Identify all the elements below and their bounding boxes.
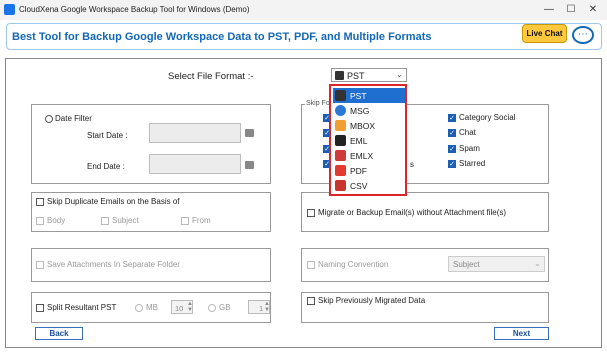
eml-icon <box>335 135 346 146</box>
naming-convention-checkbox[interactable] <box>307 261 315 269</box>
mb-radio[interactable] <box>135 304 143 312</box>
skip-folder-label: Category Social <box>459 113 516 122</box>
date-filter-label: Date Filter <box>55 114 92 123</box>
chat-bubble-icon[interactable]: ⋯ <box>572 26 594 44</box>
live-chat-button[interactable]: Live Chat <box>522 24 567 43</box>
mb-label: MB <box>146 303 158 312</box>
pst-icon <box>335 71 344 80</box>
body-label: Body <box>47 216 66 225</box>
chevron-down-icon: ⌄ <box>534 259 541 268</box>
subject-label: Subject <box>112 216 139 225</box>
start-date-label: Start Date : <box>87 131 128 140</box>
skip-duplicates-label: Skip Duplicate Emails on the Basis of <box>47 197 180 206</box>
format-option-label: EMLX <box>350 151 374 161</box>
maximize-icon[interactable]: ☐ <box>562 2 580 18</box>
checkbox-category-social[interactable]: ✓ <box>448 114 456 122</box>
from-checkbox[interactable] <box>181 217 189 225</box>
format-select[interactable]: PST ⌄ <box>331 68 407 82</box>
save-attachments-checkbox[interactable] <box>36 261 44 269</box>
skip-previous-label: Skip Previously Migrated Data <box>318 296 426 305</box>
csv-icon <box>335 180 346 191</box>
from-label: From <box>192 216 211 225</box>
format-option-pdf[interactable]: PDF <box>333 163 405 178</box>
back-button[interactable]: Back <box>35 327 83 340</box>
stepper-arrows-icon: ▲ ▼ <box>187 301 193 313</box>
format-option-label: MBOX <box>350 121 376 131</box>
msg-icon <box>335 105 346 116</box>
end-date-label: End Date : <box>87 162 125 171</box>
emlx-icon <box>335 150 346 161</box>
end-date-input[interactable] <box>149 154 241 174</box>
format-option-emlx[interactable]: EMLX <box>333 148 405 163</box>
format-option-msg[interactable]: MSG <box>333 103 405 118</box>
without-attachments-checkbox[interactable] <box>307 209 315 217</box>
format-option-pst[interactable]: PST <box>333 88 405 103</box>
stepper-arrows-icon: ▲ ▼ <box>264 301 270 313</box>
format-option-eml[interactable]: EML <box>333 133 405 148</box>
calendar-icon[interactable] <box>245 129 254 137</box>
format-option-mbox[interactable]: MBOX <box>333 118 405 133</box>
start-date-input[interactable] <box>149 123 241 143</box>
format-dropdown: PST MSG MBOX EML EMLX PDF CSV <box>329 84 407 196</box>
banner-text: Best Tool for Backup Google Workspace Da… <box>12 31 432 43</box>
mbox-icon <box>335 120 346 131</box>
date-filter-radio[interactable] <box>45 115 53 123</box>
format-option-label: MSG <box>350 106 370 116</box>
skip-folders-legend: Skip Fo <box>305 100 331 107</box>
gb-label: GB <box>219 303 231 312</box>
window-title: CloudXena Google Workspace Backup Tool f… <box>19 5 250 14</box>
checkbox-chat[interactable]: ✓ <box>448 129 456 137</box>
naming-convention-select[interactable]: Subject ⌄ <box>448 256 545 272</box>
naming-convention-label: Naming Convention <box>318 260 389 269</box>
skip-duplicates-checkbox[interactable] <box>36 198 44 206</box>
gb-radio[interactable] <box>208 304 216 312</box>
subject-checkbox[interactable] <box>101 217 109 225</box>
pdf-icon <box>335 165 346 176</box>
format-option-label: PDF <box>350 166 367 176</box>
skip-previous-checkbox[interactable] <box>307 297 315 305</box>
mb-value: 10 <box>175 304 184 313</box>
format-select-value: PST <box>347 71 365 81</box>
split-label: Split Resultant PST <box>47 303 117 312</box>
format-option-label: PST <box>350 91 367 101</box>
checkbox-starred[interactable]: ✓ <box>448 160 456 168</box>
skip-folder-label: Starred <box>459 159 486 168</box>
calendar-icon[interactable] <box>245 161 254 169</box>
body-checkbox[interactable] <box>36 217 44 225</box>
format-option-label: CSV <box>350 181 368 191</box>
format-option-csv[interactable]: CSV <box>333 178 405 193</box>
format-label: Select File Format :- <box>168 71 254 82</box>
close-icon[interactable]: ✕ <box>584 2 602 18</box>
gb-value: 1 <box>259 304 264 313</box>
without-attachments-label: Migrate or Backup Email(s) without Attac… <box>318 208 507 217</box>
app-icon <box>4 4 15 15</box>
gb-stepper[interactable]: 1 ▲ ▼ <box>248 300 270 314</box>
pst-icon <box>335 90 346 101</box>
mb-stepper[interactable]: 10 ▲ ▼ <box>171 300 193 314</box>
save-attachments-label: Save Attachments In Separate Folder <box>47 260 180 269</box>
naming-convention-value: Subject <box>453 260 480 269</box>
skip-folder-partial-label: s <box>410 160 414 169</box>
next-button[interactable]: Next <box>494 327 549 340</box>
format-option-label: EML <box>350 136 368 146</box>
split-checkbox[interactable] <box>36 304 44 312</box>
minimize-icon[interactable]: — <box>540 2 558 18</box>
checkbox-spam[interactable]: ✓ <box>448 145 456 153</box>
skip-folder-label: Chat <box>459 128 476 137</box>
skip-folder-label: Spam <box>459 144 480 153</box>
chevron-down-icon: ⌄ <box>396 70 403 79</box>
